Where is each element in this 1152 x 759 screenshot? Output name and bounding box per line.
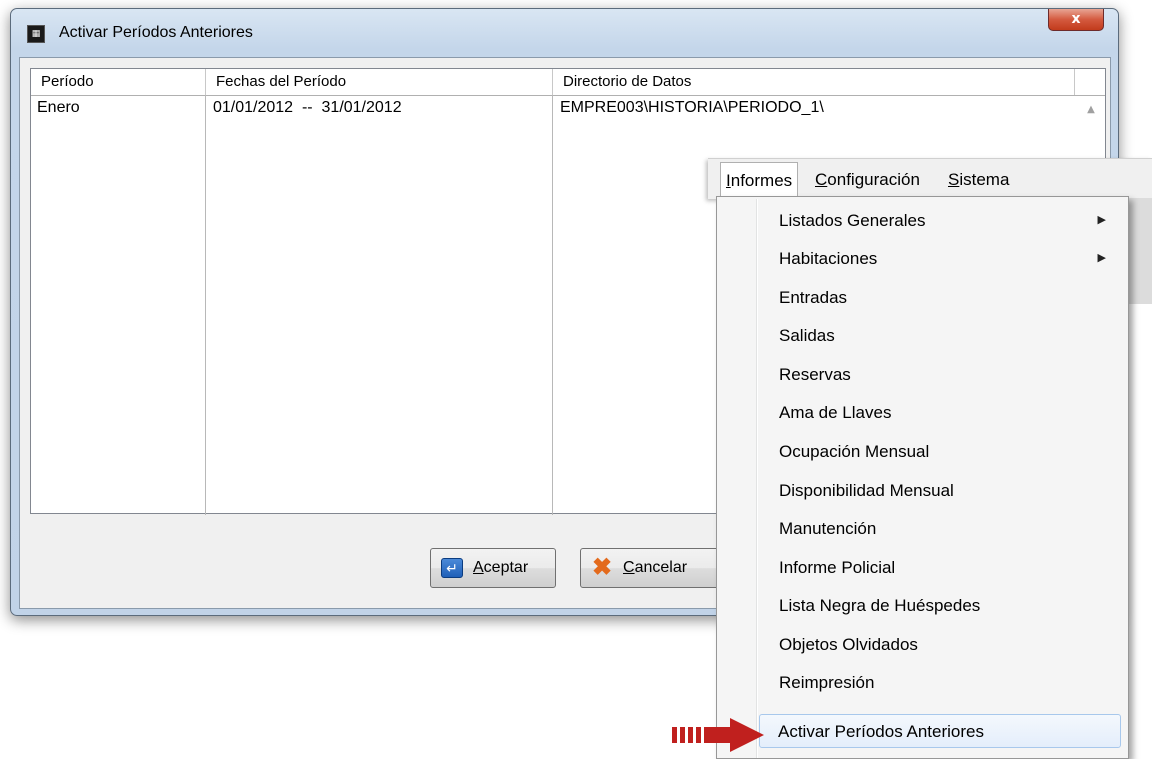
column-header-filler (1075, 69, 1107, 95)
cell-fechas: 01/01/2012 -- 31/01/2012 (213, 99, 402, 116)
menu-bar: Informes Configuración Sistema (708, 158, 1152, 199)
list-header: Período Fechas del Período Directorio de… (31, 69, 1105, 96)
accept-button-label: Aceptar (473, 559, 529, 576)
menu-item-label: Informe Policial (779, 558, 896, 577)
menu-item-label: Reservas (779, 365, 851, 384)
app-icon: ▦ (27, 25, 45, 43)
menu-item-label: Salidas (779, 326, 835, 345)
menu-configuracion[interactable]: Configuración (815, 170, 920, 190)
menu-item-habitaciones[interactable]: Habitaciones ▶ (719, 241, 1126, 275)
scroll-up-arrow-icon[interactable]: ▲ (1075, 95, 1107, 125)
menu-item-informe-policial[interactable]: Informe Policial (719, 550, 1126, 584)
menu-item-label: Manutención (779, 519, 877, 538)
menu-item-label: Reimpresión (779, 673, 875, 692)
menu-item-reimpresion[interactable]: Reimpresión (719, 665, 1126, 699)
background-panel (1129, 198, 1152, 304)
menu-item-lista-negra[interactable]: Lista Negra de Huéspedes (719, 588, 1126, 622)
cell-periodo: Enero (37, 99, 80, 116)
menu-informes[interactable]: Informes (720, 162, 799, 199)
window-title: Activar Períodos Anteriores (59, 24, 253, 41)
menu-sistema[interactable]: Sistema (948, 170, 1009, 190)
menu-item-label: Listados Generales (779, 211, 926, 230)
enter-icon: ↵ (441, 558, 463, 578)
menu-item-reservas[interactable]: Reservas (719, 357, 1126, 391)
column-divider (552, 95, 553, 515)
column-header-periodo[interactable]: Período (31, 69, 206, 95)
x-icon: ✖ (591, 554, 613, 581)
cancel-button-label: Cancelar (623, 559, 688, 576)
menu-item-label: Ama de Llaves (779, 403, 892, 422)
menu-item-disponibilidad-mensual[interactable]: Disponibilidad Mensual (719, 473, 1126, 507)
cell-directorio: EMPRE003\HISTORIA\PERIODO_1\ (560, 99, 824, 116)
menu-item-manutencion[interactable]: Manutención (719, 511, 1126, 545)
menu-item-label: Entradas (779, 288, 848, 307)
menu-item-label: Objetos Olvidados (779, 635, 918, 654)
cancel-button[interactable]: ✖ Cancelar (580, 548, 720, 588)
column-header-fechas[interactable]: Fechas del Período (206, 69, 553, 95)
menu-item-objetos-olvidados[interactable]: Objetos Olvidados (719, 627, 1126, 661)
close-button[interactable]: x (1048, 9, 1104, 31)
menu-item-label: Disponibilidad Mensual (779, 481, 954, 500)
informes-dropdown-menu: Listados Generales ▶ Habitaciones ▶ Entr… (716, 196, 1129, 759)
menu-item-listados-generales[interactable]: Listados Generales ▶ (719, 203, 1126, 237)
menu-item-label: Activar Períodos Anteriores (778, 722, 984, 741)
column-divider (205, 95, 206, 515)
triangle-right-icon: ▶ (1097, 252, 1106, 264)
menu-item-activar-periodos-anteriores[interactable]: Activar Períodos Anteriores (759, 714, 1121, 748)
accept-button[interactable]: ↵ Aceptar (430, 548, 556, 588)
menu-item-entradas[interactable]: Entradas (719, 280, 1126, 314)
red-arrow-icon (672, 718, 764, 752)
menu-item-ocupacion-mensual[interactable]: Ocupación Mensual (719, 434, 1126, 468)
menu-item-label: Habitaciones (779, 249, 878, 268)
column-header-directorio[interactable]: Directorio de Datos (553, 69, 1075, 95)
menu-item-label: Lista Negra de Huéspedes (779, 596, 981, 615)
title-bar: ▦ Activar Períodos Anteriores x (11, 9, 1118, 57)
triangle-right-icon: ▶ (1097, 214, 1106, 226)
menu-item-ama-de-llaves[interactable]: Ama de Llaves (719, 395, 1126, 429)
menu-item-label: Ocupación Mensual (779, 442, 930, 461)
menu-item-salidas[interactable]: Salidas (719, 318, 1126, 352)
